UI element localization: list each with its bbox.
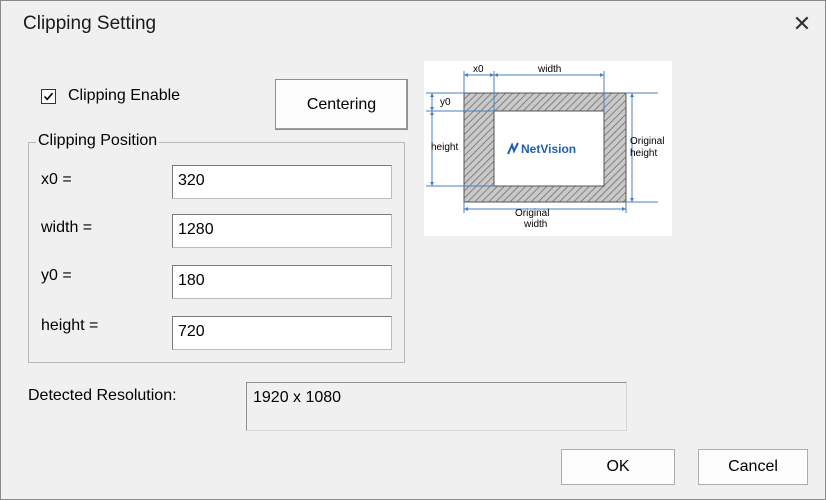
close-icon: ✕ [792,11,812,36]
clipping-enable-checkbox[interactable]: Clipping Enable [41,87,180,105]
cancel-button[interactable]: Cancel [698,449,808,485]
dim-label-x0: x0 [473,64,484,75]
dialog-window: Clipping Setting ✕ Clipping Enable Cente… [0,0,826,500]
y0-input[interactable]: 180 [172,265,392,299]
ok-button[interactable]: OK [561,449,675,485]
clipping-diagram-graphic: NetVision x0 width y0 height Original wi… [426,64,664,230]
clipping-enable-label: Clipping Enable [68,87,181,104]
dim-label-original-width-2: width [523,219,547,230]
detected-resolution-label: Detected Resolution: [28,387,177,404]
dim-label-height: height [431,142,458,153]
clipping-diagram: NetVision x0 width y0 height Original wi… [424,61,672,236]
dim-label-y0: y0 [440,97,451,108]
dim-label-original-height-1: Original [630,136,664,147]
dim-label-width: width [537,64,561,75]
dim-label-original-width-1: Original [515,208,549,219]
dim-label-original-height-2: height [630,148,657,159]
window-title: Clipping Setting [23,13,157,34]
title-bar[interactable]: Clipping Setting ✕ [1,1,825,47]
logo-text: NetVision [521,142,576,156]
detected-resolution-value: 1920 x 1080 [246,382,627,431]
height-label: height = [41,317,99,334]
close-button[interactable]: ✕ [779,1,825,47]
centering-button[interactable]: Centering [275,79,408,130]
checkmark-icon [43,92,54,100]
checkbox-box[interactable] [41,88,56,104]
height-input[interactable]: 720 [172,316,392,350]
x0-label: x0 = [41,171,72,188]
width-input[interactable]: 1280 [172,214,392,248]
width-label: width = [41,219,93,236]
y0-label: y0 = [41,267,72,284]
group-title: Clipping Position [36,132,160,150]
x0-input[interactable]: 320 [172,165,392,199]
